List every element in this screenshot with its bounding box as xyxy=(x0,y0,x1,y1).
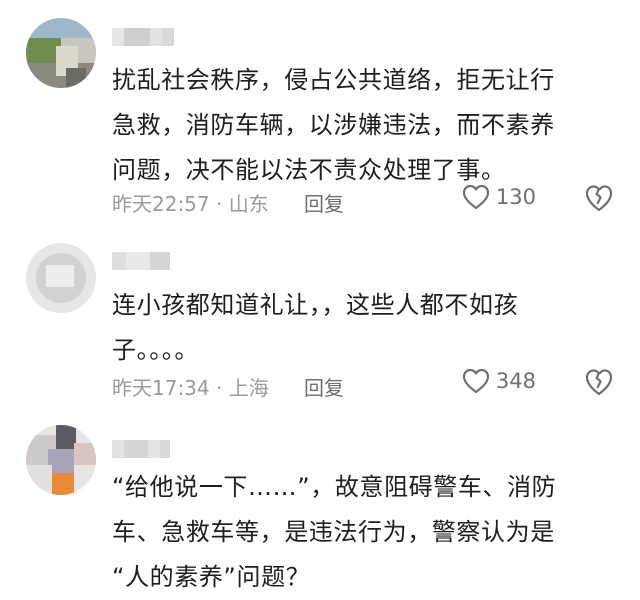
dislike-button[interactable] xyxy=(584,368,614,396)
heart-outline-icon xyxy=(462,368,490,394)
avatar[interactable] xyxy=(26,425,96,495)
comment-text: 连小孩都知道礼让，，这些人都不如孩 子。。。。 xyxy=(112,291,519,364)
reply-button[interactable]: 回复 xyxy=(304,188,344,217)
username-blurred[interactable] xyxy=(112,28,174,46)
broken-heart-icon xyxy=(584,368,614,396)
comment-text: 扰乱社会秩序，侵占公共道络，拒无让行 急救，消防车辆，以涉嫌违法，而不素养 问题… xyxy=(112,66,555,184)
heart-outline-icon xyxy=(462,184,490,210)
like-count: 348 xyxy=(495,369,536,393)
like-button[interactable]: 130 xyxy=(462,184,536,210)
broken-heart-icon xyxy=(584,184,614,212)
dislike-button[interactable] xyxy=(584,184,614,212)
username-blurred[interactable] xyxy=(112,440,174,458)
time-location: 昨天22:57 · 山东 xyxy=(112,192,269,216)
username-blurred[interactable] xyxy=(112,252,174,270)
like-button[interactable]: 348 xyxy=(462,368,536,394)
comment-meta: 昨天22:57 · 山东 回复 130 xyxy=(112,184,614,216)
avatar[interactable] xyxy=(26,18,96,88)
comment-text: “给他说一下……”，故意阻碍警车、消防 车、急救车等，是违法行为，警察认为是 “… xyxy=(112,473,557,591)
like-count: 130 xyxy=(495,185,536,209)
reply-button[interactable]: 回复 xyxy=(304,372,344,401)
avatar[interactable] xyxy=(26,243,96,313)
comment-meta: 昨天17:34 · 上海 回复 348 xyxy=(112,368,614,400)
time-location: 昨天17:34 · 上海 xyxy=(112,376,269,400)
